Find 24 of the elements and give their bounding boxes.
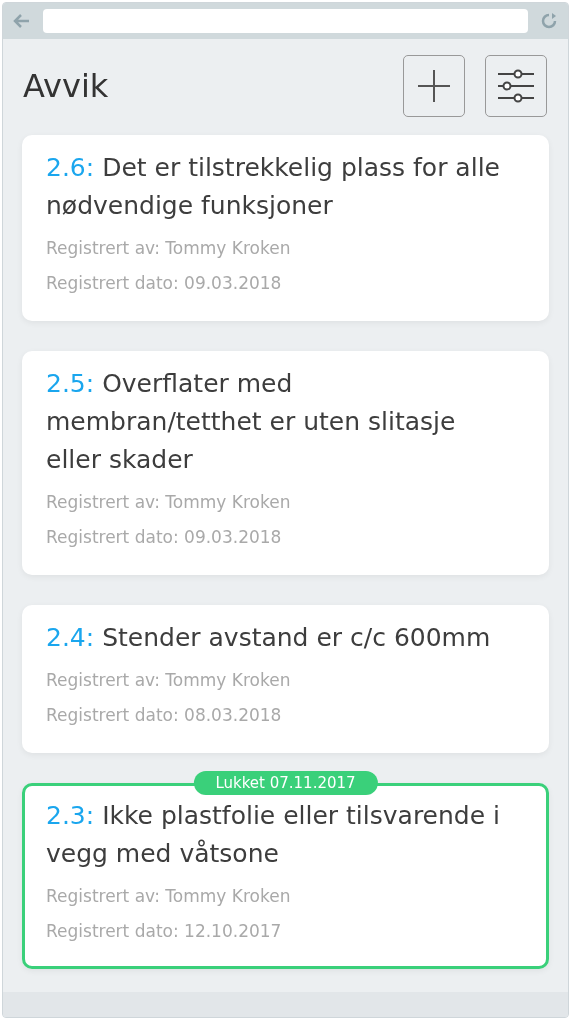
plus-icon [417,69,451,103]
back-icon[interactable] [13,13,31,29]
registered-by: Registrert av: Tommy Kroken [46,885,292,908]
issue-title: 2.5: Overflater med membran/tetthet er uten slitasje eller skader [46,368,457,476]
registered-date: Registrert dato: 09.03.2018 [46,526,283,549]
address-field[interactable] [43,9,528,33]
add-button[interactable] [403,55,465,117]
reload-icon[interactable] [540,12,558,30]
issue-title: 2.6: Det er tilstrekkelig plass for alle nødvendige funksjoner [46,152,501,222]
sliders-icon [497,69,535,103]
issue-card[interactable]: 2.6: Det er tilstrekkelig plass for alle nødvendige funksjoner Registrert av: Tommy Kroken Registrert dato: 09.03.2018 [22,135,549,321]
registered-by: Registrert av: Tommy Kroken [46,491,292,514]
issue-title: 2.4: Stender avstand er c/c 600mm [46,622,492,654]
registered-date: Registrert dato: 12.10.2017 [46,920,283,943]
registered-date: Registrert dato: 09.03.2018 [46,272,283,295]
page-title: Avvik [23,67,110,105]
issue-title: 2.3: Ikke plastfolie eller tilsvarende i vegg med våtsone [46,800,501,870]
issue-card[interactable]: 2.4: Stender avstand er c/c 600mm Registrert av: Tommy Kroken Registrert dato: 08.03.2018 [22,605,549,753]
registered-by: Registrert av: Tommy Kroken [46,237,292,260]
registered-by: Registrert av: Tommy Kroken [46,669,292,692]
issue-card[interactable]: 2.5: Overflater med membran/tetthet er uten slitasje eller skader Registrert av: Tommy Kroken Registrert dato: 09.03.2018 [22,351,549,575]
status-badge: Lukket 07.11.2017 [193,771,378,795]
registered-date: Registrert dato: 08.03.2018 [46,704,283,727]
filter-button[interactable] [485,55,547,117]
